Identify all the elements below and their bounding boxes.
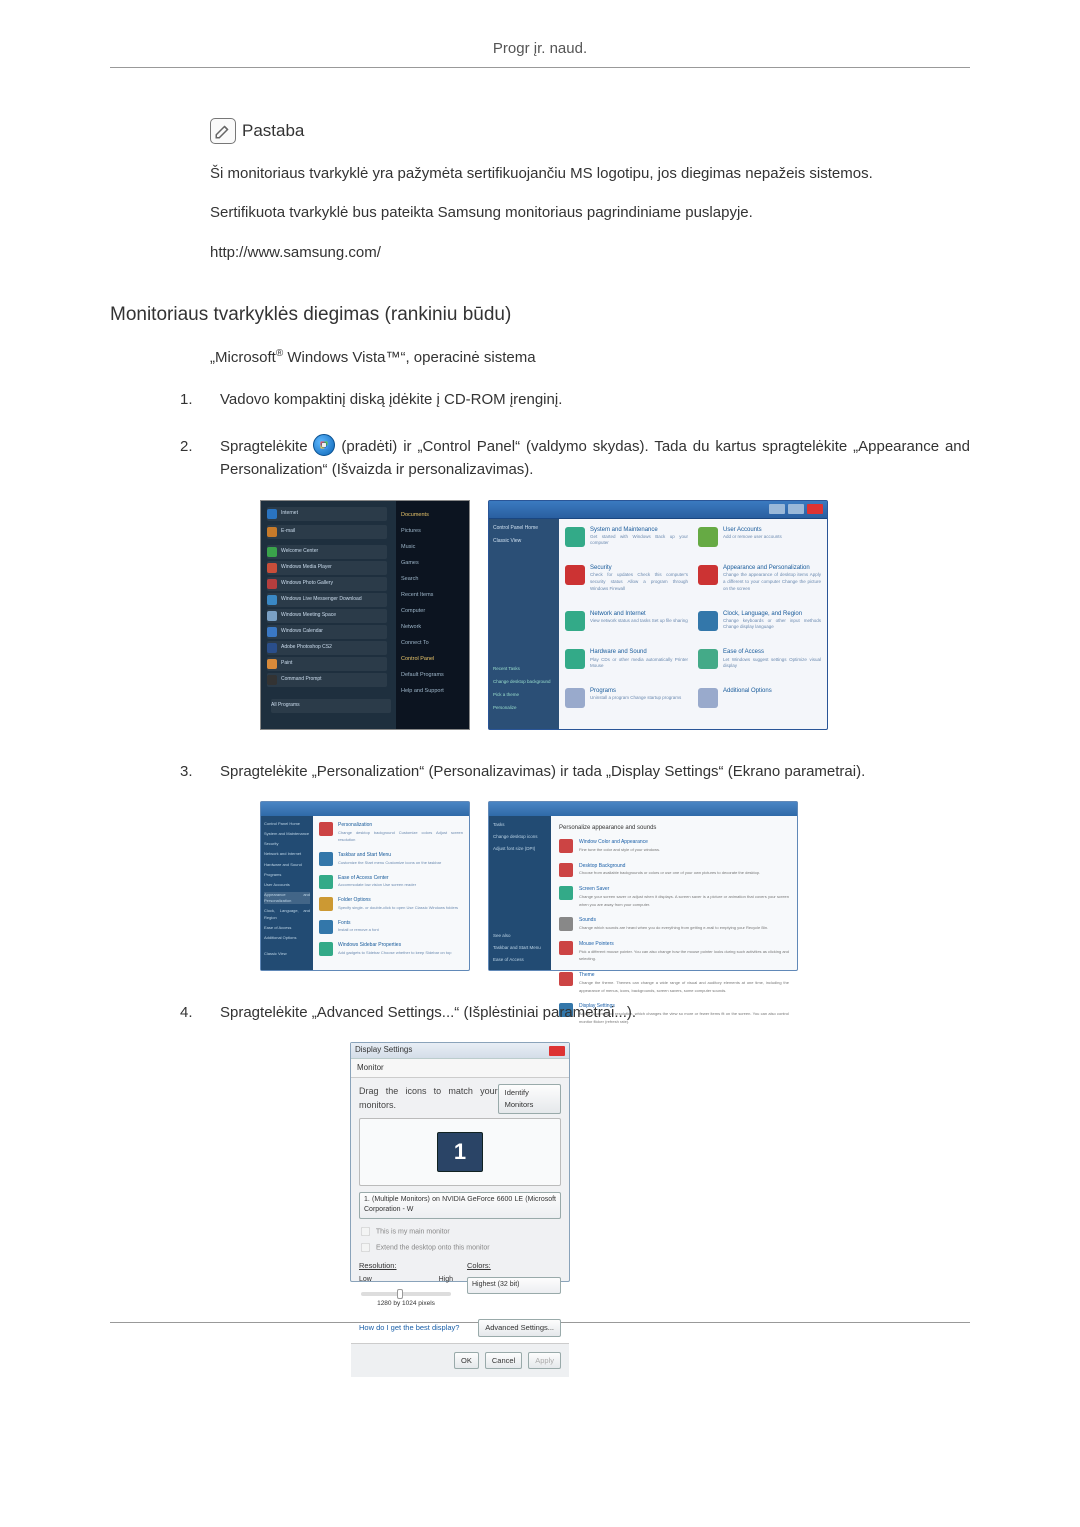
subheading-prefix: „Microsoft bbox=[210, 349, 276, 366]
step-4-text: Spragtelėkite „Advanced Settings...“ (Iš… bbox=[220, 1004, 636, 1021]
step-4-num: 4. bbox=[180, 1001, 193, 1024]
step-4: 4. Spragtelėkite „Advanced Settings...“ … bbox=[180, 1001, 970, 1282]
step-1-text: Vadovo kompaktinį diską įdėkite į CD-ROM… bbox=[220, 391, 562, 408]
note-paragraph-2: Sertifikuota tvarkyklė bus pateikta Sams… bbox=[210, 201, 960, 224]
start-orb-icon bbox=[313, 434, 335, 456]
note-paragraph-1: Ši monitoriaus tvarkyklė yra pažymėta se… bbox=[210, 162, 960, 185]
ds-drag-text: Drag the icons to match your monitors. bbox=[359, 1085, 498, 1113]
ds-title: Display Settings bbox=[355, 1044, 412, 1056]
screenshot-start-menu: Internet E-mail Welcome Center Windows M… bbox=[260, 500, 470, 730]
step-2: 2. Spragtelėkite (pradėti) ir „Control P… bbox=[180, 435, 970, 730]
step-2-pre: Spragtelėkite bbox=[220, 438, 313, 455]
identify-monitors-button[interactable]: Identify Monitors bbox=[498, 1084, 561, 1113]
ds-monitor-preview[interactable]: 1 bbox=[359, 1118, 561, 1186]
advanced-settings-button[interactable]: Advanced Settings... bbox=[478, 1319, 561, 1337]
section-heading: Monitoriaus tvarkyklės diegimas (rankini… bbox=[110, 304, 970, 326]
ds-colors-select[interactable]: Highest (32 bit) bbox=[467, 1277, 561, 1294]
step-1: 1. Vadovo kompaktinį diską įdėkite į CD-… bbox=[180, 388, 970, 411]
note-icon bbox=[210, 118, 236, 144]
ds-res-label: Resolution: bbox=[359, 1261, 397, 1270]
note-block: Pastaba Ši monitoriaus tvarkyklė yra paž… bbox=[210, 118, 960, 264]
ds-resolution-slider[interactable] bbox=[361, 1292, 451, 1296]
step-3: 3. Spragtelėkite „Personalization“ (Pers… bbox=[180, 760, 970, 971]
note-label: Pastaba bbox=[242, 121, 304, 141]
screenshot-control-panel: Control Panel Home Classic View Recent T… bbox=[488, 500, 828, 730]
ds-help-link[interactable]: How do I get the best display? bbox=[359, 1322, 459, 1334]
page-header: Progr įr. naud. bbox=[110, 40, 970, 68]
step-3-num: 3. bbox=[180, 760, 193, 783]
ds-chk-main: This is my main monitor bbox=[359, 1225, 561, 1238]
ds-low: Low bbox=[359, 1275, 372, 1286]
step-2-num: 2. bbox=[180, 435, 193, 458]
ds-high: High bbox=[439, 1275, 453, 1286]
step-3-text: Spragtelėkite „Personalization“ (Persona… bbox=[220, 763, 865, 780]
close-icon[interactable] bbox=[549, 1046, 565, 1056]
screenshot-display-settings: Display Settings Monitor Drag the icons … bbox=[350, 1042, 570, 1282]
step-1-num: 1. bbox=[180, 388, 193, 411]
subheading-os: „Microsoft® Windows Vista™“, operacinė s… bbox=[210, 348, 970, 366]
screenshot-appearance-personalization: Control Panel Home System and Maintenanc… bbox=[260, 801, 470, 971]
ds-monitor-1[interactable]: 1 bbox=[437, 1132, 483, 1172]
apply-button[interactable]: Apply bbox=[528, 1352, 561, 1370]
ds-tab-monitor[interactable]: Monitor bbox=[351, 1059, 569, 1078]
screenshot-personalization: Tasks Change desktop icons Adjust font s… bbox=[488, 801, 798, 971]
ds-chk-extend: Extend the desktop onto this monitor bbox=[359, 1241, 561, 1254]
cancel-button[interactable]: Cancel bbox=[485, 1352, 522, 1370]
ds-monitor-select[interactable]: 1. (Multiple Monitors) on NVIDIA GeForce… bbox=[359, 1192, 561, 1220]
note-paragraph-3: http://www.samsung.com/ bbox=[210, 241, 960, 264]
ds-col-label: Colors: bbox=[467, 1261, 491, 1270]
subheading-mid: Windows Vista™“, operacinė sistema bbox=[283, 349, 535, 366]
ds-res-value: 1280 by 1024 pixels bbox=[359, 1299, 453, 1309]
ok-button[interactable]: OK bbox=[454, 1352, 479, 1370]
